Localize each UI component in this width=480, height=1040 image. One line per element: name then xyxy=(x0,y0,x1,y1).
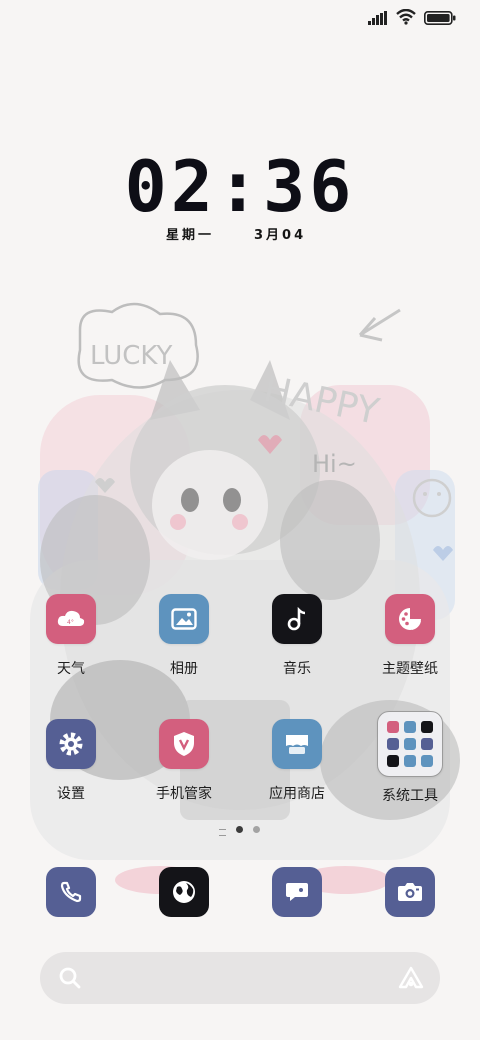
status-bar xyxy=(368,8,456,30)
mini-app-icon xyxy=(387,738,399,750)
search-icon xyxy=(59,967,81,989)
page-dot-active xyxy=(236,826,243,833)
app-label: 应用商店 xyxy=(269,786,325,802)
mini-app-icon xyxy=(387,721,399,733)
search-bar[interactable] xyxy=(40,952,440,1004)
app-label: 相册 xyxy=(170,661,198,677)
app-label: 主题壁纸 xyxy=(382,661,438,677)
app-music[interactable]: 音乐 xyxy=(247,594,347,698)
app-label: 音乐 xyxy=(283,661,311,677)
phone-icon xyxy=(60,881,82,903)
mini-app-icon xyxy=(404,738,416,750)
minus-one-screen-indicator xyxy=(219,829,226,836)
browser-icon xyxy=(173,881,195,903)
mini-app-icon xyxy=(421,755,433,767)
wallpaper-word-lucky: LUCKY xyxy=(90,341,172,371)
dock-messages[interactable] xyxy=(272,867,322,917)
messages-icon xyxy=(286,883,308,901)
app-label: 设置 xyxy=(57,786,85,802)
weather-temp-badge: 4° xyxy=(67,619,74,626)
app-gallery[interactable]: 相册 xyxy=(134,594,234,698)
page-indicator[interactable] xyxy=(0,826,480,836)
mini-app-icon xyxy=(387,755,399,767)
lock-clock: 02:36 xyxy=(124,146,356,228)
wifi-icon xyxy=(396,8,416,29)
app-weather[interactable]: 4° 天气 xyxy=(21,594,121,698)
weekday-label: 星期一 xyxy=(166,228,215,243)
shield-icon xyxy=(159,719,209,769)
page-dot xyxy=(253,826,260,833)
app-label: 系统工具 xyxy=(382,788,438,804)
signal-bars-icon xyxy=(368,10,388,29)
assistant-icon[interactable] xyxy=(398,966,424,990)
mini-app-icon xyxy=(404,755,416,767)
wallpaper-word-hi: Hi~ xyxy=(312,450,357,478)
date-label: 3月04 xyxy=(254,228,307,243)
mini-app-icon xyxy=(421,721,433,733)
mini-app-icon xyxy=(421,738,433,750)
palette-icon xyxy=(385,594,435,644)
app-settings[interactable]: 设置 xyxy=(21,719,121,823)
app-label: 手机管家 xyxy=(156,786,212,802)
music-icon xyxy=(272,594,322,644)
battery-icon xyxy=(424,10,456,29)
dock-camera[interactable] xyxy=(385,867,435,917)
weather-icon: 4° xyxy=(46,594,96,644)
dock-browser[interactable] xyxy=(159,867,209,917)
dock-phone[interactable] xyxy=(46,867,96,917)
gallery-icon xyxy=(159,594,209,644)
store-icon xyxy=(272,719,322,769)
app-phone-manager[interactable]: 手机管家 xyxy=(134,719,234,823)
app-label: 天气 xyxy=(57,661,85,677)
app-themes[interactable]: 主题壁纸 xyxy=(360,594,460,698)
camera-icon xyxy=(398,883,422,901)
folder-system-tools[interactable]: 系统工具 xyxy=(360,711,460,823)
mini-app-icon xyxy=(404,721,416,733)
gear-icon xyxy=(46,719,96,769)
folder-icon xyxy=(377,711,443,777)
date-row: 星期一 3月04 xyxy=(0,224,480,244)
app-store[interactable]: 应用商店 xyxy=(247,719,347,823)
